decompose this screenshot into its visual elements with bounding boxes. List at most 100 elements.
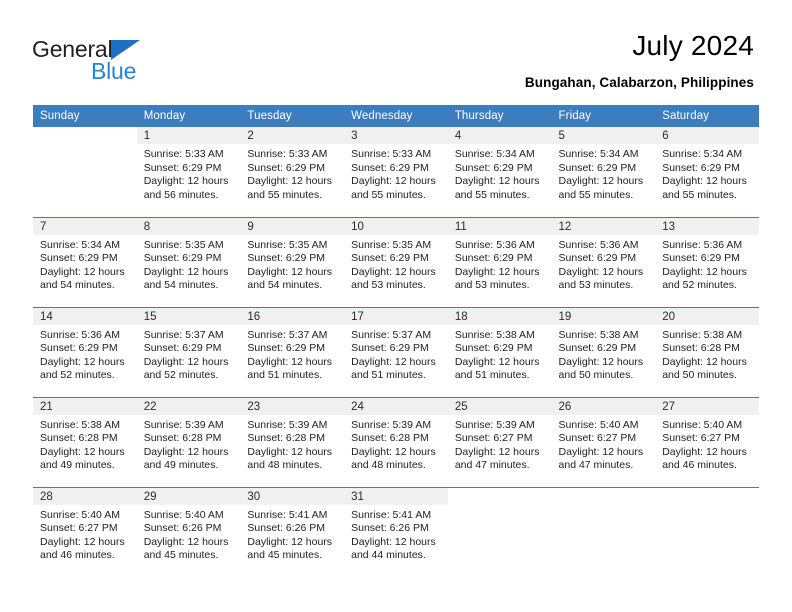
calendar-day-cell[interactable]: 30 Sunrise: 5:41 AM Sunset: 6:26 PM Dayligh… (240, 486, 345, 577)
day-cell-inner: 20 Sunrise: 5:38 AM Sunset: 6:28 PM Dayligh… (655, 307, 759, 396)
calendar-day-cell[interactable]: 6 Sunrise: 5:34 AM Sunset: 6:29 PM Daylight… (655, 127, 759, 217)
day-cell-inner: 15 Sunrise: 5:37 AM Sunset: 6:29 PM Dayligh… (136, 307, 241, 396)
day-details: Sunrise: 5:33 AM Sunset: 6:29 PM Daylight:… (240, 144, 344, 202)
calendar-day-cell[interactable]: 19 Sunrise: 5:38 AM Sunset: 6:29 PM Dayligh… (551, 306, 656, 397)
calendar-day-cell[interactable]: 10 Sunrise: 5:35 AM Sunset: 6:29 PM Dayligh… (344, 216, 448, 307)
day-sunrise-text: Sunrise: 5:40 AM (558, 418, 639, 431)
day-details: Sunrise: 5:33 AM Sunset: 6:29 PM Daylight:… (137, 144, 241, 202)
day-sunset-text: Sunset: 6:26 PM (247, 522, 326, 535)
day-sunset-text: Sunset: 6:27 PM (558, 432, 637, 445)
calendar-day-cell[interactable]: 17 Sunrise: 5:37 AM Sunset: 6:29 PM Dayligh… (344, 306, 448, 397)
calendar-day-cell[interactable]: 22 Sunrise: 5:39 AM Sunset: 6:28 PM Dayligh… (136, 396, 241, 487)
calendar-week-row: 28 Sunrise: 5:40 AM Sunset: 6:27 PM Dayligh… (33, 486, 759, 577)
day-number: 5 (551, 127, 656, 144)
day-details: Sunrise: 5:35 AM Sunset: 6:29 PM Daylight:… (137, 235, 241, 293)
day-daylight-text: Daylight: 12 hours (40, 445, 125, 458)
calendar-day-cell[interactable]: 13 Sunrise: 5:36 AM Sunset: 6:29 PM Dayligh… (655, 216, 759, 307)
day-daylight-text: and 54 minutes. (40, 279, 115, 292)
calendar-day-cell[interactable]: 18 Sunrise: 5:38 AM Sunset: 6:29 PM Dayligh… (447, 306, 552, 397)
day-daylight-text: and 51 minutes. (247, 369, 323, 382)
day-sunset-text: Sunset: 6:29 PM (558, 161, 637, 174)
day-sunset-text: Sunset: 6:29 PM (351, 161, 429, 174)
calendar-day-cell[interactable]: 4 Sunrise: 5:34 AM Sunset: 6:29 PM Daylight… (447, 127, 552, 217)
calendar-day-cell[interactable]: 25 Sunrise: 5:39 AM Sunset: 6:27 PM Dayligh… (447, 396, 552, 487)
logo[interactable]: General Blue (32, 36, 172, 88)
day-daylight-text: and 55 minutes. (247, 188, 323, 201)
logo-triangle-icon (111, 40, 140, 60)
calendar-day-cell[interactable]: 11 Sunrise: 5:36 AM Sunset: 6:29 PM Dayligh… (447, 216, 552, 307)
day-number: 13 (655, 217, 759, 235)
calendar-day-cell[interactable]: 27 Sunrise: 5:40 AM Sunset: 6:27 PM Dayligh… (655, 396, 759, 487)
calendar-day-cell[interactable]: 8 Sunrise: 5:35 AM Sunset: 6:29 PM Daylight… (136, 216, 241, 307)
day-daylight-text: Daylight: 12 hours (558, 265, 644, 278)
day-sunrise-text: Sunrise: 5:39 AM (143, 418, 224, 431)
day-details: Sunrise: 5:38 AM Sunset: 6:29 PM Daylight:… (552, 325, 656, 383)
day-daylight-text: and 51 minutes. (351, 369, 426, 382)
calendar-day-cell[interactable]: 24 Sunrise: 5:39 AM Sunset: 6:28 PM Dayligh… (344, 396, 448, 487)
day-daylight-text: and 50 minutes. (558, 369, 634, 382)
day-number: 2 (240, 127, 345, 144)
calendar-day-cell[interactable]: 28 Sunrise: 5:40 AM Sunset: 6:27 PM Dayligh… (33, 486, 137, 577)
day-daylight-text: and 49 minutes. (143, 459, 219, 472)
day-cell-inner: 6 Sunrise: 5:34 AM Sunset: 6:29 PM Daylight… (655, 127, 759, 215)
calendar-empty-cell (655, 486, 759, 577)
day-sunset-text: Sunset: 6:28 PM (351, 432, 429, 445)
calendar-day-cell[interactable]: 3 Sunrise: 5:33 AM Sunset: 6:29 PM Daylight… (344, 127, 448, 217)
day-sunrise-text: Sunrise: 5:35 AM (351, 238, 432, 251)
day-sunset-text: Sunset: 6:29 PM (351, 342, 429, 355)
calendar-week-row: 7 Sunrise: 5:34 AM Sunset: 6:29 PM Daylight… (33, 216, 759, 307)
day-number: 26 (551, 397, 656, 415)
weekday-header-monday: Monday (136, 105, 241, 127)
calendar-day-cell[interactable]: 14 Sunrise: 5:36 AM Sunset: 6:29 PM Dayligh… (33, 306, 137, 397)
calendar-week-row: 14 Sunrise: 5:36 AM Sunset: 6:29 PM Dayligh… (33, 306, 759, 397)
day-number: 4 (447, 127, 552, 144)
calendar-day-cell[interactable]: 31 Sunrise: 5:41 AM Sunset: 6:26 PM Dayligh… (344, 486, 448, 577)
day-daylight-text: and 47 minutes. (454, 459, 530, 472)
calendar-day-cell[interactable]: 2 Sunrise: 5:33 AM Sunset: 6:29 PM Daylight… (240, 127, 345, 217)
day-cell-inner: 7 Sunrise: 5:34 AM Sunset: 6:29 PM Daylight… (33, 217, 137, 306)
day-number: 7 (33, 217, 137, 235)
day-daylight-text: and 49 minutes. (40, 459, 115, 472)
day-sunset-text: Sunset: 6:29 PM (40, 252, 118, 265)
calendar-day-cell[interactable]: 1 Sunrise: 5:33 AM Sunset: 6:29 PM Daylight… (136, 127, 241, 217)
calendar-day-cell[interactable]: 23 Sunrise: 5:39 AM Sunset: 6:28 PM Dayligh… (240, 396, 345, 487)
day-cell-inner (447, 487, 552, 576)
day-daylight-text: Daylight: 12 hours (662, 175, 747, 188)
day-sunset-text: Sunset: 6:28 PM (662, 342, 740, 355)
calendar-day-cell[interactable]: 15 Sunrise: 5:37 AM Sunset: 6:29 PM Dayligh… (136, 306, 241, 397)
calendar-day-cell[interactable]: 16 Sunrise: 5:37 AM Sunset: 6:29 PM Dayligh… (240, 306, 345, 397)
calendar-day-cell[interactable]: 21 Sunrise: 5:38 AM Sunset: 6:28 PM Dayligh… (33, 396, 137, 487)
calendar-day-cell[interactable]: 9 Sunrise: 5:35 AM Sunset: 6:29 PM Daylight… (240, 216, 345, 307)
day-daylight-text: and 45 minutes. (143, 549, 219, 562)
day-details: Sunrise: 5:34 AM Sunset: 6:29 PM Daylight:… (448, 144, 552, 202)
day-sunset-text: Sunset: 6:29 PM (247, 252, 326, 265)
day-daylight-text: Daylight: 12 hours (558, 445, 644, 458)
day-daylight-text: and 48 minutes. (247, 459, 323, 472)
day-daylight-text: and 52 minutes. (143, 369, 219, 382)
day-sunrise-text: Sunrise: 5:38 AM (558, 328, 639, 341)
page-subtitle: Bungahan, Calabarzon, Philippines (524, 75, 754, 90)
day-cell-inner (551, 487, 656, 576)
calendar-day-cell[interactable]: 5 Sunrise: 5:34 AM Sunset: 6:29 PM Daylight… (551, 127, 656, 217)
calendar-day-cell[interactable]: 12 Sunrise: 5:36 AM Sunset: 6:29 PM Dayligh… (551, 216, 656, 307)
calendar-body: 1 Sunrise: 5:33 AM Sunset: 6:29 PM Daylight… (33, 127, 759, 577)
day-sunrise-text: Sunrise: 5:37 AM (351, 328, 432, 341)
day-daylight-text: Daylight: 12 hours (247, 445, 333, 458)
calendar-day-cell[interactable]: 29 Sunrise: 5:40 AM Sunset: 6:26 PM Dayligh… (136, 486, 241, 577)
day-cell-inner: 23 Sunrise: 5:39 AM Sunset: 6:28 PM Dayligh… (240, 397, 345, 486)
day-daylight-text: and 46 minutes. (40, 549, 115, 562)
weekday-header-wednesday: Wednesday (344, 105, 448, 127)
day-cell-inner: 17 Sunrise: 5:37 AM Sunset: 6:29 PM Dayligh… (344, 307, 448, 396)
calendar-day-cell[interactable]: 26 Sunrise: 5:40 AM Sunset: 6:27 PM Dayligh… (551, 396, 656, 487)
day-cell-inner: 11 Sunrise: 5:36 AM Sunset: 6:29 PM Dayligh… (447, 217, 552, 306)
calendar-day-cell[interactable]: 20 Sunrise: 5:38 AM Sunset: 6:28 PM Dayligh… (655, 306, 759, 397)
day-daylight-text: Daylight: 12 hours (247, 265, 333, 278)
day-number (551, 487, 656, 505)
calendar-day-cell[interactable]: 7 Sunrise: 5:34 AM Sunset: 6:29 PM Daylight… (33, 216, 137, 307)
day-daylight-text: and 55 minutes. (454, 188, 530, 201)
day-sunset-text: Sunset: 6:29 PM (247, 161, 326, 174)
day-details: Sunrise: 5:35 AM Sunset: 6:29 PM Daylight:… (240, 235, 344, 293)
day-sunrise-text: Sunrise: 5:38 AM (662, 328, 743, 341)
day-number: 6 (655, 127, 759, 144)
day-number: 28 (33, 487, 137, 505)
